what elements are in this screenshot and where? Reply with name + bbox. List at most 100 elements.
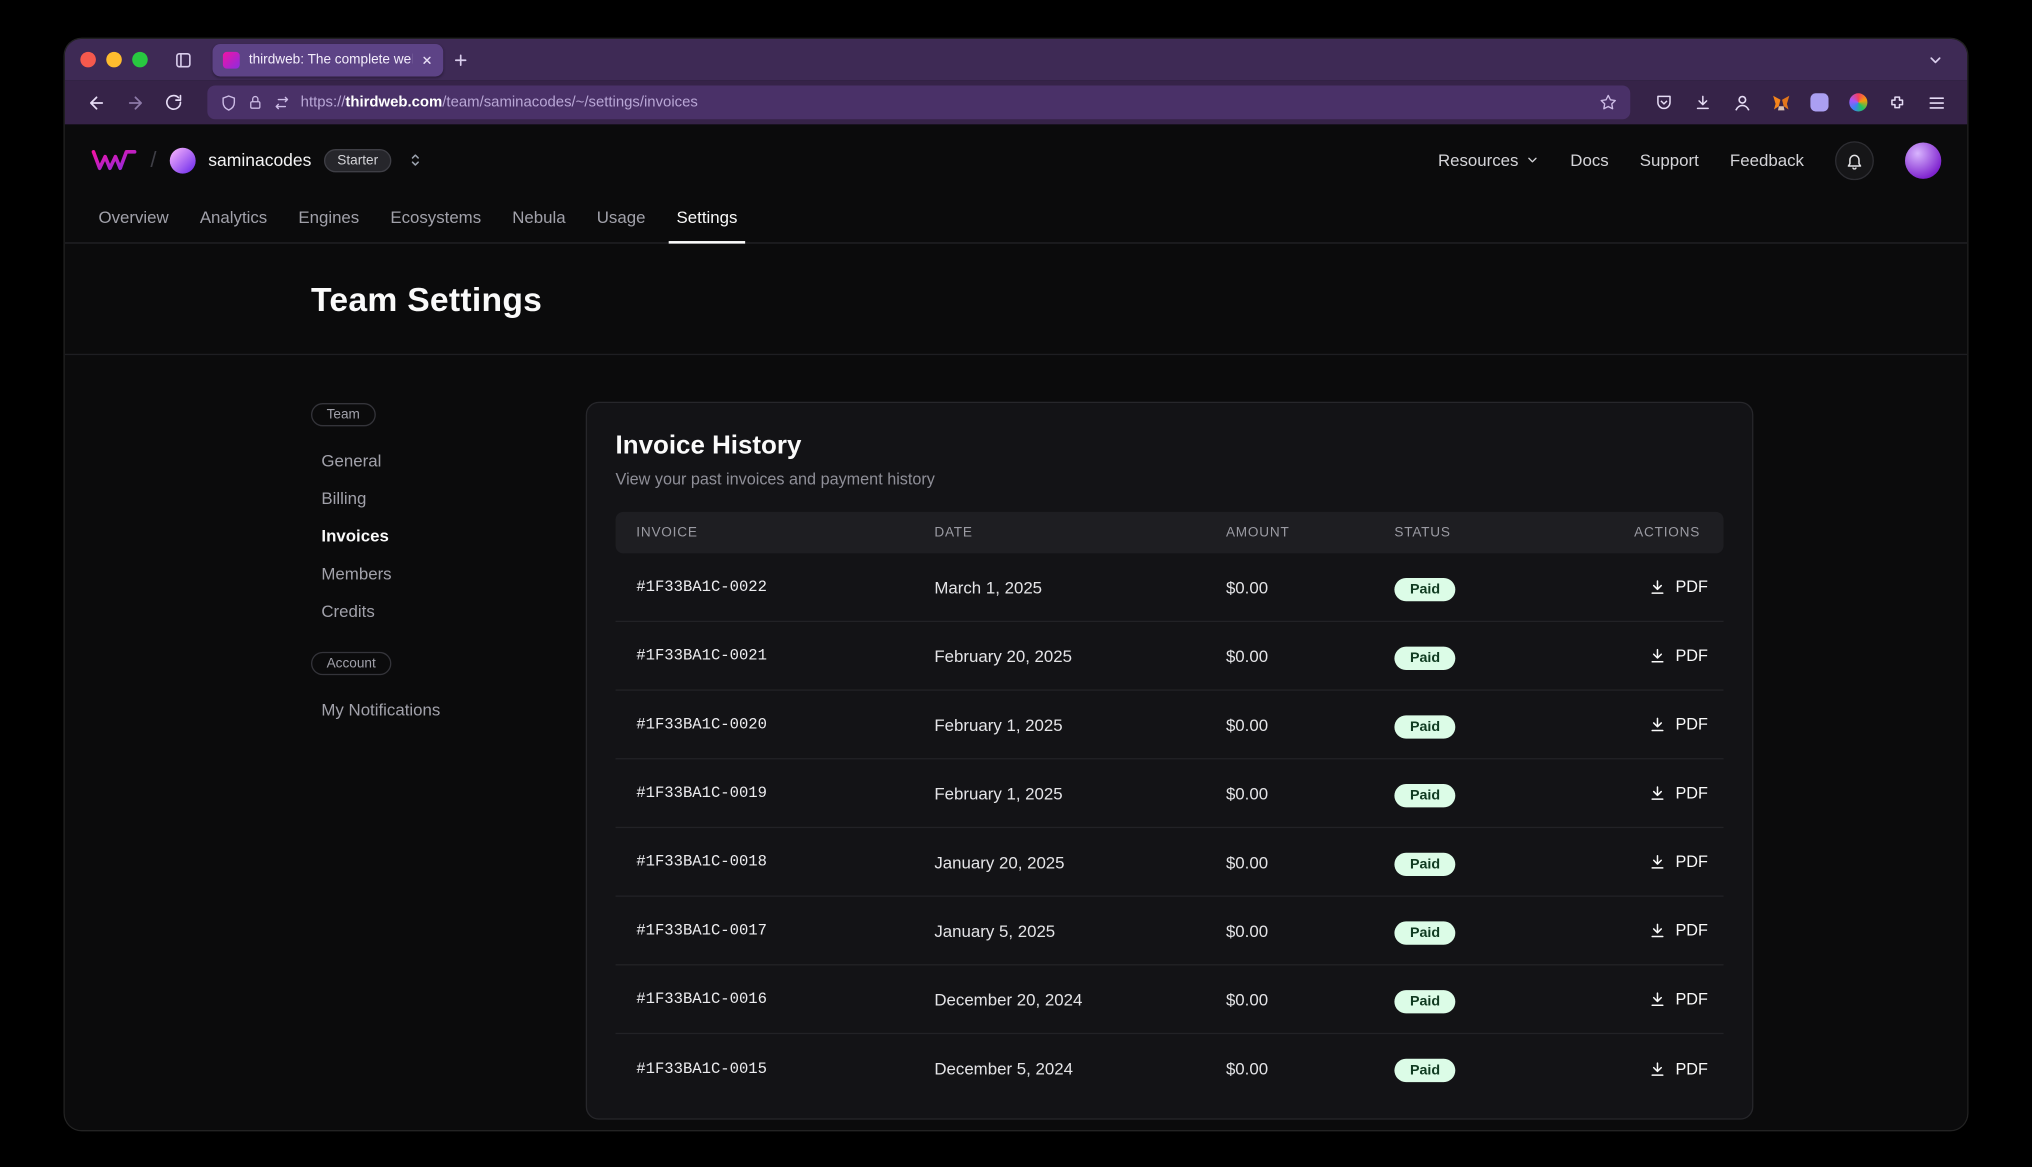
invoice-actions: PDF	[1613, 990, 1723, 1008]
extensions-puzzle-icon[interactable]	[1879, 86, 1915, 120]
status-badge: Paid	[1394, 577, 1455, 600]
invoice-table-rows: #1F33BA1C-0022March 1, 2025$0.00PaidPDF#…	[616, 553, 1724, 1102]
nav-tab-engines[interactable]: Engines	[283, 196, 375, 243]
invoice-row: #1F33BA1C-0016December 20, 2024$0.00Paid…	[616, 965, 1724, 1034]
invoice-date: January 5, 2025	[914, 921, 1206, 940]
invoice-actions: PDF	[1613, 853, 1723, 871]
download-pdf-button[interactable]: PDF	[1648, 578, 1708, 596]
nav-tab-settings[interactable]: Settings	[661, 196, 753, 243]
sidebar-item-general[interactable]: General	[311, 442, 505, 480]
extension-metamask-icon[interactable]	[1762, 86, 1798, 120]
nav-tab-analytics[interactable]: Analytics	[184, 196, 283, 243]
pdf-label: PDF	[1675, 784, 1707, 802]
sidebar-item-invoices[interactable]: Invoices	[311, 517, 505, 555]
nav-tab-nebula[interactable]: Nebula	[497, 196, 581, 243]
extension-wallet-icon[interactable]	[1840, 86, 1876, 120]
sidebar-item-members[interactable]: Members	[311, 555, 505, 593]
browser-toolbar: https://thirdweb.com/team/saminacodes/~/…	[65, 80, 1967, 124]
extension-phantom-icon[interactable]	[1801, 86, 1837, 120]
invoice-status: Paid	[1374, 646, 1614, 665]
new-tab-button[interactable]	[443, 44, 477, 75]
chevron-down-icon	[1525, 153, 1539, 167]
account-icon[interactable]	[1724, 86, 1760, 120]
download-icon	[1648, 715, 1666, 733]
sidebar-item-my-notifications[interactable]: My Notifications	[311, 691, 505, 729]
download-pdf-button[interactable]: PDF	[1648, 853, 1708, 871]
tracking-protection-shield-icon[interactable]	[220, 94, 237, 111]
downloads-icon[interactable]	[1685, 86, 1721, 120]
download-icon	[1648, 990, 1666, 1008]
download-pdf-button[interactable]: PDF	[1648, 990, 1708, 1008]
header-link-feedback[interactable]: Feedback	[1730, 150, 1804, 169]
sidebar-item-credits[interactable]: Credits	[311, 592, 505, 630]
invoice-row: #1F33BA1C-0017January 5, 2025$0.00PaidPD…	[616, 897, 1724, 966]
column-header-actions: ACTIONS	[1613, 525, 1723, 541]
tab-title: thirdweb: The complete web3 d	[249, 52, 412, 68]
invoice-actions: PDF	[1613, 921, 1723, 939]
download-icon	[1648, 1059, 1666, 1077]
reload-icon[interactable]	[156, 86, 192, 120]
header-link-support[interactable]: Support	[1640, 150, 1699, 169]
zoom-window-button[interactable]	[132, 52, 148, 68]
close-window-button[interactable]	[80, 52, 96, 68]
pdf-label: PDF	[1675, 578, 1707, 596]
nav-tab-overview[interactable]: Overview	[83, 196, 184, 243]
status-badge: Paid	[1394, 646, 1455, 669]
team-avatar	[169, 147, 195, 173]
minimize-window-button[interactable]	[106, 52, 122, 68]
settings-content: Team GeneralBillingInvoicesMembersCredits…	[65, 355, 1967, 1120]
download-pdf-button[interactable]: PDF	[1648, 784, 1708, 802]
download-icon	[1648, 853, 1666, 871]
invoice-amount: $0.00	[1205, 989, 1373, 1008]
lock-icon[interactable]	[248, 95, 264, 111]
permissions-swap-icon[interactable]	[273, 94, 290, 111]
invoice-amount: $0.00	[1205, 783, 1373, 802]
invoice-id: #1F33BA1C-0015	[616, 1059, 914, 1077]
sidebar-section-label: Team	[311, 403, 375, 426]
download-pdf-button[interactable]: PDF	[1648, 715, 1708, 733]
user-avatar[interactable]	[1905, 142, 1941, 178]
download-pdf-button[interactable]: PDF	[1648, 921, 1708, 939]
settings-sidebar: Team GeneralBillingInvoicesMembersCredits…	[311, 402, 505, 729]
menu-icon[interactable]	[1918, 86, 1954, 120]
invoice-status: Paid	[1374, 715, 1614, 734]
invoice-row: #1F33BA1C-0019February 1, 2025$0.00PaidP…	[616, 759, 1724, 828]
save-to-pocket-icon[interactable]	[1646, 86, 1682, 120]
back-icon[interactable]	[78, 86, 114, 120]
address-bar[interactable]: https://thirdweb.com/team/saminacodes/~/…	[207, 86, 1630, 120]
nav-tab-ecosystems[interactable]: Ecosystems	[375, 196, 497, 243]
nav-tab-usage[interactable]: Usage	[581, 196, 661, 243]
forward-icon[interactable]	[117, 86, 153, 120]
invoice-id: #1F33BA1C-0018	[616, 853, 914, 871]
firefox-view-icon[interactable]	[166, 44, 200, 75]
invoice-id: #1F33BA1C-0019	[616, 784, 914, 802]
team-switcher-icon[interactable]	[407, 152, 424, 169]
thirdweb-dashboard-page: / saminacodes Starter ResourcesDocsSuppo…	[65, 124, 1967, 1130]
column-header-amount: AMOUNT	[1205, 525, 1373, 541]
column-header-invoice: INVOICE	[616, 525, 914, 541]
thirdweb-favicon-icon	[223, 51, 240, 68]
title-band: Team Settings	[65, 244, 1967, 355]
download-pdf-button[interactable]: PDF	[1648, 647, 1708, 665]
sidebar-item-billing[interactable]: Billing	[311, 479, 505, 517]
thirdweb-logo	[91, 149, 138, 171]
browser-tab[interactable]: thirdweb: The complete web3 d	[213, 43, 444, 75]
notifications-bell-icon[interactable]	[1835, 141, 1874, 180]
header-link-resources[interactable]: Resources	[1438, 150, 1539, 169]
pdf-label: PDF	[1675, 921, 1707, 939]
close-tab-icon[interactable]	[421, 54, 433, 66]
sidebar-section: Team GeneralBillingInvoicesMembersCredits	[311, 402, 505, 630]
status-badge: Paid	[1394, 989, 1455, 1012]
url-domain: thirdweb.com	[345, 95, 442, 111]
page-title: Team Settings	[311, 280, 1721, 320]
header-link-docs[interactable]: Docs	[1570, 150, 1608, 169]
sidebar-section: AccountMy Notifications	[311, 651, 505, 729]
invoice-row: #1F33BA1C-0015December 5, 2024$0.00PaidP…	[616, 1034, 1724, 1103]
status-badge: Paid	[1394, 1059, 1455, 1082]
invoice-date: December 5, 2024	[914, 1059, 1206, 1078]
list-all-tabs-icon[interactable]	[1918, 44, 1952, 75]
bookmark-star-icon[interactable]	[1599, 93, 1617, 111]
invoice-amount: $0.00	[1205, 852, 1373, 871]
download-pdf-button[interactable]: PDF	[1648, 1059, 1708, 1077]
invoice-status: Paid	[1374, 783, 1614, 802]
